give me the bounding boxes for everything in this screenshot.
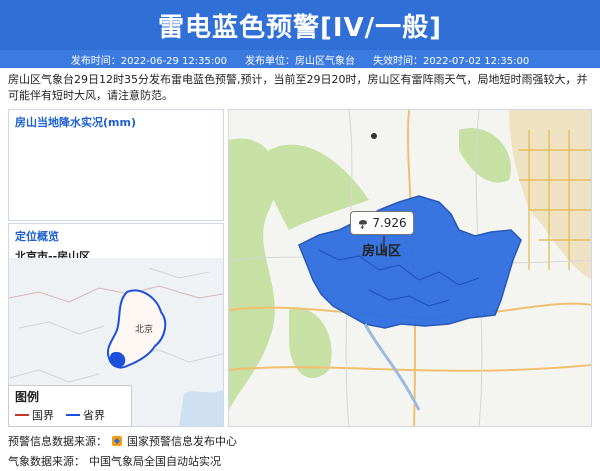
provincial-border-swatch xyxy=(66,414,80,416)
expire-time: 失效时间：2022-07-02 12:35:00 xyxy=(373,55,530,67)
detail-map-graphic xyxy=(229,110,591,426)
thunderstorm-icon xyxy=(359,220,368,229)
warning-meta: 发布时间：2022-06-29 12:35:00 发布单位：房山区气象台 失效时… xyxy=(0,50,600,68)
map-legend: 图例 国界 省界 xyxy=(8,385,132,427)
issuer: 发布单位：房山区气象台 xyxy=(245,55,355,67)
warning-description: 房山区气象台29日12时35分发布雷电蓝色预警,预计，当前至29日20时，房山区… xyxy=(8,73,588,102)
weather-source-label: 气象数据来源： xyxy=(8,455,85,468)
warning-value: 7.926 xyxy=(372,216,407,230)
national-border-swatch xyxy=(15,414,29,416)
region-label: 房山区 xyxy=(362,244,402,259)
legend-title: 图例 xyxy=(15,390,40,404)
source-label: 预警信息数据来源： xyxy=(8,435,107,448)
rain-panel-title: 房山当地降水实况(mm) xyxy=(15,116,136,129)
rain-panel: 房山当地降水实况(mm) xyxy=(8,109,224,221)
issue-time: 发布时间：2022-06-29 12:35:00 xyxy=(70,55,227,67)
warning-title: 雷电蓝色预警[IV/一般] xyxy=(0,0,600,50)
location-panel-title: 定位概览 xyxy=(15,230,59,243)
weather-source-value: 中国气象局全国自动站实况 xyxy=(89,455,221,468)
legend-national: 国界 xyxy=(32,409,54,422)
map-marker xyxy=(371,133,377,139)
warning-source: 预警信息数据来源： 国家预警信息发布中心 xyxy=(8,433,237,449)
value-badge: 7.926 xyxy=(350,211,414,235)
source-value: 国家预警信息发布中心 xyxy=(127,435,237,448)
beijing-label: 北京 xyxy=(135,323,153,335)
detail-map[interactable] xyxy=(228,109,592,427)
weather-source: 气象数据来源： 中国气象局全国自动站实况 xyxy=(8,453,221,469)
publishing-center-logo-icon xyxy=(112,436,122,446)
legend-provincial: 省界 xyxy=(83,409,105,422)
